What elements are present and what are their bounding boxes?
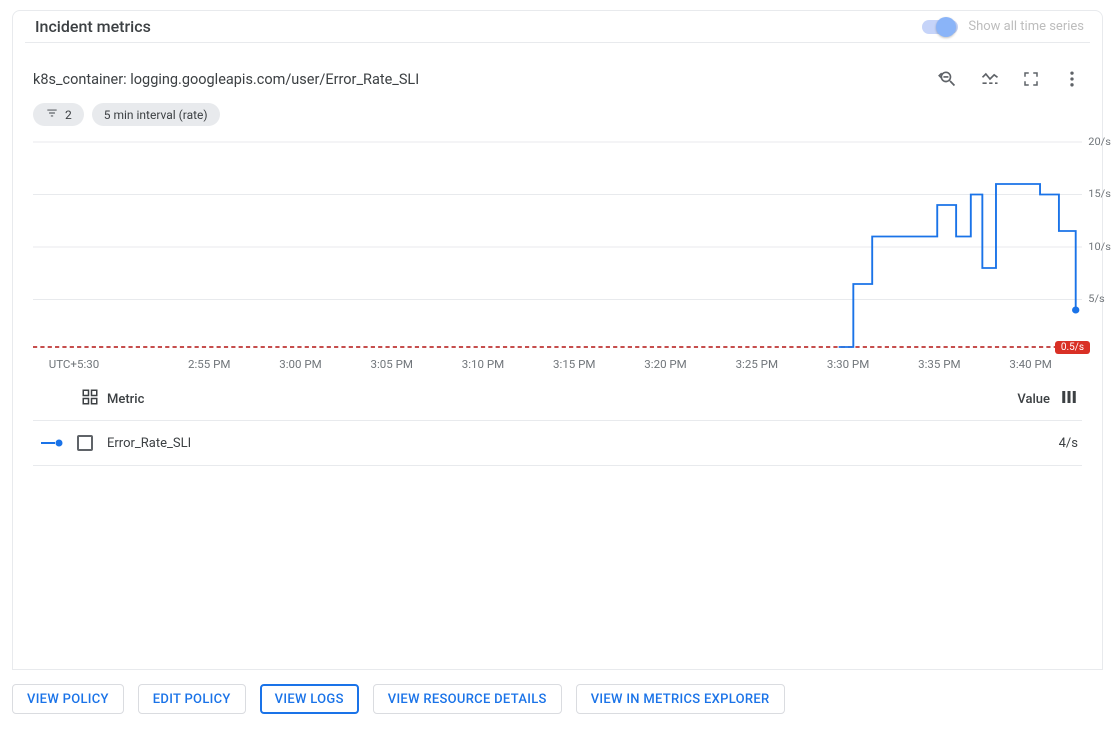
columns-icon[interactable]	[1060, 388, 1078, 410]
x-tick: 3:20 PM	[644, 358, 686, 371]
show-all-series-label: Show all time series	[968, 19, 1084, 34]
y-tick: 15/s	[1088, 187, 1111, 200]
x-tick: 3:10 PM	[462, 358, 504, 371]
page-title: Incident metrics	[35, 17, 151, 36]
edit-policy-button[interactable]: EDIT POLICY	[138, 684, 246, 714]
filter-chip-count: 2	[65, 108, 72, 122]
zoom-out-icon[interactable]	[938, 69, 958, 89]
series-checkbox[interactable]	[77, 435, 93, 451]
metric-header: Metric	[107, 392, 144, 407]
series-value: 4/s	[1059, 436, 1078, 451]
y-tick: 10/s	[1088, 240, 1111, 253]
x-tick: 3:30 PM	[827, 358, 869, 371]
view-in-metrics-explorer-button[interactable]: VIEW IN METRICS EXPLORER	[576, 684, 785, 714]
legend-toggle-icon[interactable]	[980, 69, 1000, 89]
filter-icon	[45, 106, 59, 123]
timezone-label: UTC+5:30	[49, 358, 99, 371]
threshold-badge: 0.5/s	[1055, 341, 1090, 354]
value-header: Value	[1017, 392, 1050, 407]
metric-grid-icon[interactable]	[81, 388, 99, 410]
more-vert-icon[interactable]	[1062, 69, 1082, 89]
filter-chip[interactable]: 2	[33, 103, 84, 126]
chart-svg: 20/s 15/s 10/s 5/s UTC+5:30 2:55 PM 3:	[33, 134, 1082, 376]
series-marker-icon	[41, 437, 63, 449]
chart-area[interactable]: 20/s 15/s 10/s 5/s UTC+5:30 2:55 PM 3:	[33, 134, 1082, 376]
legend-row[interactable]: Error_Rate_SLI 4/s	[33, 421, 1082, 466]
incident-metrics-card: Incident metrics Show all time series k8…	[12, 10, 1103, 670]
x-tick: 3:25 PM	[736, 358, 778, 371]
view-resource-details-button[interactable]: VIEW RESOURCE DETAILS	[373, 684, 562, 714]
series-name: Error_Rate_SLI	[107, 436, 191, 451]
action-button-row: VIEW POLICY EDIT POLICY VIEW LOGS VIEW R…	[12, 684, 1103, 714]
x-tick: 3:40 PM	[1009, 358, 1051, 371]
x-tick: 3:05 PM	[371, 358, 413, 371]
x-tick: 3:35 PM	[918, 358, 960, 371]
x-tick: 3:00 PM	[279, 358, 321, 371]
view-logs-button[interactable]: VIEW LOGS	[260, 684, 359, 714]
chart-title: k8s_container: logging.googleapis.com/us…	[33, 71, 419, 88]
fullscreen-icon[interactable]	[1022, 69, 1040, 89]
y-tick: 20/s	[1088, 135, 1111, 148]
interval-chip[interactable]: 5 min interval (rate)	[92, 103, 220, 126]
show-all-series-toggle[interactable]	[922, 20, 958, 34]
series-end-point	[1072, 307, 1079, 314]
x-tick: 2:55 PM	[188, 358, 230, 371]
interval-chip-label: 5 min interval (rate)	[104, 108, 208, 122]
view-policy-button[interactable]: VIEW POLICY	[12, 684, 124, 714]
x-tick: 3:15 PM	[553, 358, 595, 371]
y-tick: 5/s	[1088, 292, 1105, 305]
